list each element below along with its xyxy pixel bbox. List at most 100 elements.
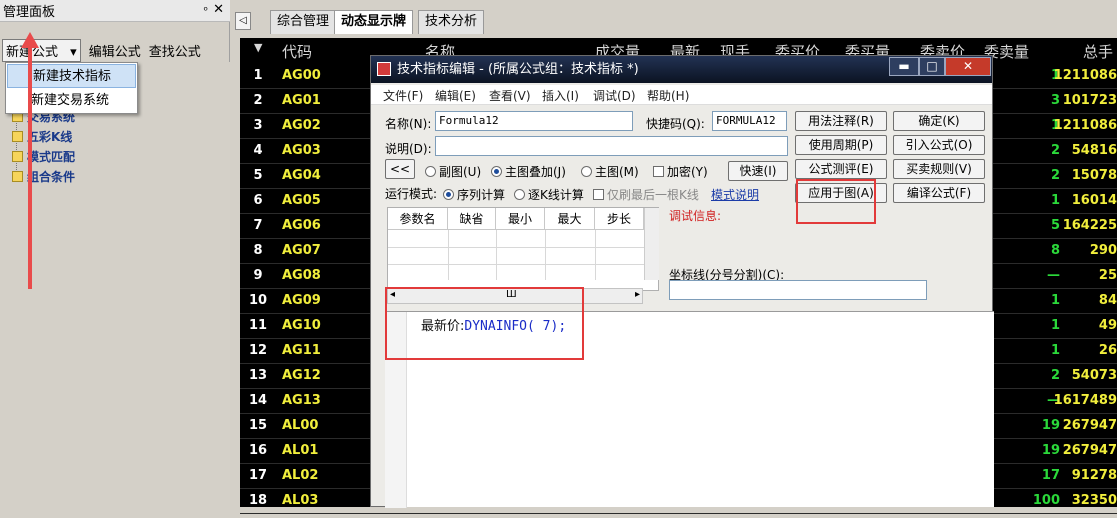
axis-lines-field[interactable] xyxy=(669,280,927,300)
debug-info-label: 调试信息: xyxy=(669,209,722,223)
menu-view[interactable]: 查看(V) xyxy=(489,87,531,104)
management-panel: 管理面板 ᵒ ✕ 新建公式 ▾ 编辑公式 查找公式 交易系统 五彩K线 模式匹配… xyxy=(0,0,230,507)
param-col-min: 最小 xyxy=(496,208,545,230)
mode-help-link[interactable]: 模式说明 xyxy=(711,186,759,203)
maximize-icon[interactable]: □ xyxy=(919,57,945,76)
close-icon[interactable]: ✕ xyxy=(213,2,224,17)
tree-item-pattern-match[interactable]: 模式匹配 xyxy=(12,148,75,165)
tree-item-color-k[interactable]: 五彩K线 xyxy=(12,128,72,145)
annotation-box-apply xyxy=(796,179,876,224)
compile-formula-button[interactable]: 编译公式(F) xyxy=(893,183,985,203)
row-number: 3 xyxy=(253,118,263,133)
radio-circle xyxy=(514,189,525,200)
usage-notes-button[interactable]: 用法注释(R) xyxy=(795,111,887,131)
checkbox-box xyxy=(653,166,664,177)
row-total: 26 xyxy=(1098,343,1117,358)
edit-formula-button[interactable]: 编辑公式 xyxy=(89,41,141,60)
panel-title-bar: 管理面板 ᵒ ✕ xyxy=(0,0,230,22)
trade-rules-button[interactable]: 买卖规则(V) xyxy=(893,159,985,179)
checkbox-label: 加密(Y) xyxy=(667,165,708,179)
tab-overview[interactable]: 综合管理 xyxy=(270,10,337,34)
tab-technical-analysis[interactable]: 技术分析 xyxy=(418,10,485,34)
row-total: 54816 xyxy=(1071,143,1117,158)
menu-insert[interactable]: 插入(I) xyxy=(542,87,579,104)
row-total: 91278 xyxy=(1071,468,1117,483)
row-number: 7 xyxy=(253,218,263,233)
shortcut-field[interactable]: FORMULA12 xyxy=(712,111,787,131)
new-formula-button[interactable]: 新建公式 ▾ xyxy=(2,38,81,62)
tree-label: 组合条件 xyxy=(27,170,76,184)
description-field[interactable] xyxy=(435,136,788,156)
grid-line xyxy=(595,230,596,280)
param-vertical-scrollbar[interactable] xyxy=(644,208,659,280)
param-col-name: 参数名 xyxy=(388,208,448,230)
tab-dynamic-board[interactable]: 动态显示牌 xyxy=(334,10,414,34)
formula-test-button[interactable]: 公式测评(E) xyxy=(795,159,887,179)
indicator-editor-dialog: 技术指标编辑 - (所属公式组：技术指标 *) ▬ □ ✕ 文件(F) 编辑(E… xyxy=(370,55,994,508)
radio-circle xyxy=(443,189,454,200)
menu-item-new-indicator[interactable]: 新建技术指标 xyxy=(7,64,136,88)
sort-icon[interactable]: ▼ xyxy=(254,41,262,54)
pin-icon[interactable]: ᵒ xyxy=(203,4,208,17)
radio-label: 序列计算 xyxy=(457,188,506,202)
radio-main-overlay[interactable]: 主图叠加(J) xyxy=(491,163,566,180)
run-mode-label: 运行模式: xyxy=(385,187,438,201)
row-number: 6 xyxy=(253,193,263,208)
menu-item-new-trading-system[interactable]: 新建交易系统 xyxy=(6,89,137,113)
radio-main-chart[interactable]: 主图(M) xyxy=(581,163,639,180)
row-total: 290 xyxy=(1089,243,1117,258)
scroll-right-icon[interactable]: ▸ xyxy=(635,289,640,300)
annotation-box-code xyxy=(385,287,584,360)
row-code: AG13 xyxy=(282,393,321,408)
refresh-last-bar-checkbox[interactable]: 仅刷最后一根K线 xyxy=(593,186,699,203)
menu-debug[interactable]: 调试(D) xyxy=(593,87,636,104)
dialog-title-bar: 技术指标编辑 - (所属公式组：技术指标 *) ▬ □ ✕ xyxy=(371,56,992,83)
close-window-icon[interactable]: ✕ xyxy=(945,57,991,76)
checkbox-label: 仅刷最后一根K线 xyxy=(607,188,699,202)
row-total: 54073 xyxy=(1071,368,1117,383)
tree-item-combo-condition[interactable]: 组合条件 xyxy=(12,168,75,185)
description-label: 说明(D): xyxy=(385,142,432,156)
name-field[interactable]: Formula12 xyxy=(435,111,633,131)
row-total: 1211086 xyxy=(1053,68,1117,83)
row-number: 8 xyxy=(253,243,263,258)
ok-button[interactable]: 确定(K) xyxy=(893,111,985,131)
minimize-icon[interactable]: ▬ xyxy=(889,57,919,76)
param-col-default: 缺省 xyxy=(448,208,496,230)
row-code: AL03 xyxy=(282,493,319,508)
row-number: 18 xyxy=(248,493,268,508)
col-total[interactable]: 总手 xyxy=(1083,41,1113,62)
row-number: 16 xyxy=(248,443,268,458)
encrypt-checkbox[interactable]: 加密(Y) xyxy=(653,163,708,180)
menu-file[interactable]: 文件(F) xyxy=(383,87,423,104)
row-divider xyxy=(240,513,1117,514)
folder-icon xyxy=(12,171,23,182)
collapse-button[interactable]: << xyxy=(385,159,415,179)
find-formula-button[interactable]: 查找公式 xyxy=(149,41,201,60)
tab-scroll-left-icon[interactable]: ◁ xyxy=(235,12,251,30)
row-number: 9 xyxy=(253,268,263,283)
grid-line xyxy=(448,230,449,280)
use-period-button[interactable]: 使用周期(P) xyxy=(795,135,887,155)
row-code: AL01 xyxy=(282,443,319,458)
radio-per-bar-calc[interactable]: 逐K线计算 xyxy=(514,186,584,203)
dialog-title: 技术指标编辑 - (所属公式组：技术指标 *) xyxy=(397,62,639,77)
row-code: AG09 xyxy=(282,293,321,308)
col-code[interactable]: 代码 xyxy=(282,41,312,62)
row-total: 84 xyxy=(1098,293,1117,308)
speed-button[interactable]: 快速(I) xyxy=(728,161,788,181)
radio-label: 主图叠加(J) xyxy=(505,165,566,179)
radio-sequence-calc[interactable]: 序列计算 xyxy=(443,186,505,203)
menu-edit[interactable]: 编辑(E) xyxy=(435,87,476,104)
radio-circle xyxy=(491,166,502,177)
panel-title: 管理面板 xyxy=(3,5,56,20)
import-formula-button[interactable]: 引入公式(O) xyxy=(893,135,985,155)
row-number: 12 xyxy=(248,343,268,358)
name-label: 名称(N): xyxy=(385,117,432,131)
row-code: AG12 xyxy=(282,368,321,383)
row-number: 15 xyxy=(248,418,268,433)
menu-help[interactable]: 帮助(H) xyxy=(647,87,689,104)
row-code: AG10 xyxy=(282,318,321,333)
row-code: AG08 xyxy=(282,268,321,283)
radio-subchart[interactable]: 副图(U) xyxy=(425,163,481,180)
